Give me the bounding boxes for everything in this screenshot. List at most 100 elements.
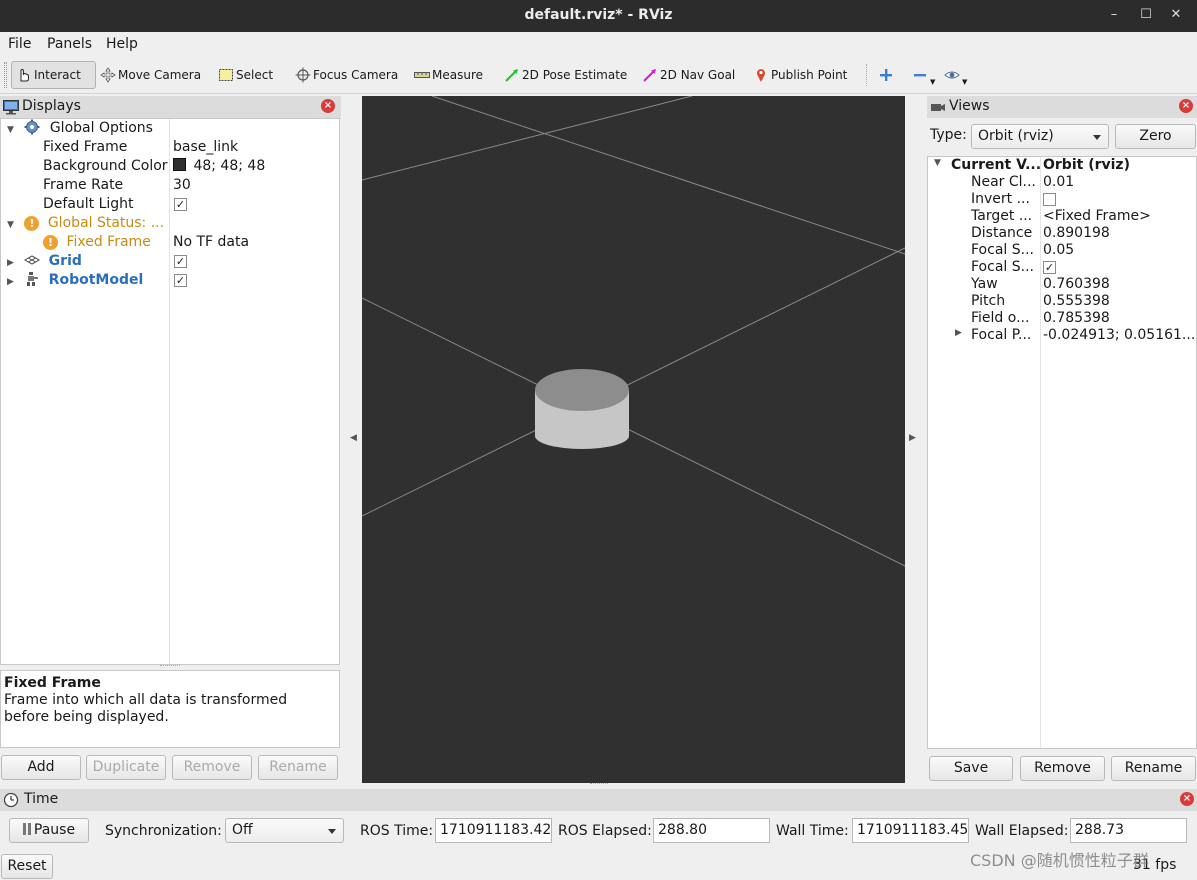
robot-icon	[24, 271, 40, 287]
collapse-left-icon[interactable]: ◀	[350, 433, 357, 443]
collapse-arrow-icon[interactable]: ▶	[7, 258, 14, 268]
menu-help[interactable]: Help	[106, 36, 138, 52]
column-divider	[1040, 157, 1041, 748]
tree-row-global-options[interactable]: ▼ Global Options	[7, 119, 153, 138]
warning-icon: !	[24, 216, 40, 231]
tool-label: 2D Pose Estimate	[522, 68, 628, 82]
close-icon[interactable]: ×	[1179, 99, 1193, 113]
background-color-value[interactable]: 48; 48; 48	[173, 157, 265, 176]
view-prop-key: Focal P...	[971, 327, 1032, 343]
tool-measure[interactable]: Measure	[414, 61, 483, 89]
view-prop-value[interactable]: 0.555398	[1043, 293, 1110, 310]
remove-view-button[interactable]: Remove	[1020, 756, 1105, 781]
add-display-button[interactable]: Add	[1, 755, 81, 780]
ros-time-field[interactable]: 1710911183.42	[435, 818, 552, 843]
view-prop-key: Distance	[971, 225, 1033, 241]
description-title: Fixed Frame	[4, 675, 101, 691]
expand-arrow-icon[interactable]: ▼	[7, 220, 14, 230]
view-prop-key: Near Cl...	[971, 174, 1036, 190]
menu-file[interactable]: File	[8, 36, 31, 52]
time-title: Time	[24, 791, 59, 807]
toolbar-separator	[866, 64, 867, 86]
view-prop-checkbox[interactable]: ✓	[1043, 261, 1056, 274]
wall-elapsed-field[interactable]: 288.73	[1070, 818, 1187, 843]
grid-checkbox[interactable]: ✓	[174, 255, 187, 268]
tool-2d-nav-goal[interactable]: 2D Nav Goal	[642, 61, 735, 89]
column-divider	[169, 119, 170, 664]
watermark: CSDN @随机惯性粒子群	[970, 851, 1149, 870]
remove-display-button[interactable]: Remove	[172, 755, 252, 780]
collapse-right-icon[interactable]: ▶	[909, 433, 916, 443]
minimize-button[interactable]: –	[1104, 5, 1124, 25]
splitter-handle[interactable]	[590, 783, 608, 786]
tool-publish-point[interactable]: Publish Point	[753, 61, 847, 89]
view-type-label: Type:	[930, 127, 967, 143]
chevron-down-icon	[1093, 135, 1101, 140]
view-prop-key: Focal S...	[971, 242, 1034, 258]
frame-rate-value[interactable]: 30	[173, 176, 191, 195]
view-prop-value[interactable]: 0.01	[1043, 174, 1074, 191]
view-prop-value[interactable]: 0.785398	[1043, 310, 1110, 327]
duplicate-display-button[interactable]: Duplicate	[86, 755, 166, 780]
view-prop-value[interactable]: 0.890198	[1043, 225, 1110, 242]
robot-model-checkbox[interactable]: ✓	[174, 274, 187, 287]
gear-icon	[24, 119, 40, 135]
wall-time-field[interactable]: 1710911183.45	[852, 818, 969, 843]
menu-panels[interactable]: Panels	[47, 36, 92, 52]
tree-row-robot-model[interactable]: ▶ RobotModel	[7, 271, 143, 290]
collapse-arrow-icon[interactable]: ▶	[955, 328, 962, 338]
pause-button[interactable]: Pause	[9, 818, 89, 843]
focus-camera-icon	[295, 67, 311, 83]
sync-value: Off	[232, 822, 253, 838]
maximize-button[interactable]: ☐	[1136, 5, 1156, 25]
ros-elapsed-field[interactable]: 288.80	[653, 818, 770, 843]
tool-focus-camera[interactable]: Focus Camera	[295, 61, 398, 89]
default-light-checkbox[interactable]: ✓	[174, 198, 187, 211]
view-type-combo[interactable]: Orbit (rviz)	[971, 124, 1109, 149]
grid-line	[362, 96, 693, 181]
reset-button[interactable]: Reset	[1, 854, 53, 879]
zero-button[interactable]: Zero	[1115, 124, 1196, 149]
status-fixed-frame-row[interactable]: ! Fixed Frame	[43, 233, 151, 252]
expand-arrow-icon[interactable]: ▼	[934, 158, 941, 168]
close-icon[interactable]: ×	[1180, 792, 1194, 806]
close-window-button[interactable]: ✕	[1166, 5, 1186, 25]
expand-arrow-icon[interactable]: ▼	[7, 125, 14, 135]
tool-move-camera[interactable]: Move Camera	[100, 61, 201, 89]
view-prop-value[interactable]: 0.05	[1043, 242, 1074, 259]
tool-properties-button[interactable]: ▼	[944, 61, 967, 89]
render-viewport[interactable]	[362, 96, 905, 783]
select-rectangle-icon	[218, 67, 234, 83]
add-tool-button[interactable]	[878, 61, 896, 89]
splitter-handle[interactable]	[160, 665, 180, 669]
remove-tool-button[interactable]: ▼	[912, 61, 935, 89]
tool-select[interactable]: Select	[218, 61, 273, 89]
move-camera-icon	[100, 67, 116, 83]
tool-interact[interactable]: Interact	[11, 61, 96, 89]
global-status-label: Global Status: ...	[47, 215, 165, 231]
tree-row-global-status[interactable]: ▼ ! Global Status: ...	[7, 214, 164, 233]
background-color-key: Background Color	[43, 158, 168, 174]
tool-2d-pose-estimate[interactable]: 2D Pose Estimate	[504, 61, 627, 89]
rename-view-button[interactable]: Rename	[1111, 756, 1196, 781]
save-view-button[interactable]: Save	[929, 756, 1013, 781]
rename-display-button[interactable]: Rename	[258, 755, 338, 780]
monitor-icon	[3, 99, 19, 119]
pause-icon	[22, 823, 26, 835]
fixed-frame-value[interactable]: base_link	[173, 138, 238, 157]
view-prop-value[interactable]: 0.760398	[1043, 276, 1110, 293]
collapse-arrow-icon[interactable]: ▶	[7, 277, 14, 287]
view-prop-checkbox[interactable]	[1043, 193, 1056, 206]
minus-icon	[912, 67, 928, 83]
view-prop-value[interactable]: <Fixed Frame>	[1043, 208, 1151, 225]
close-icon[interactable]: ×	[321, 99, 335, 113]
window-titlebar: default.rviz* - RViz – ☐ ✕	[0, 0, 1197, 32]
tree-row-grid[interactable]: ▶ Grid	[7, 252, 82, 271]
tool-label: Focus Camera	[313, 68, 399, 82]
sync-combo[interactable]: Off	[225, 818, 344, 843]
view-prop-value[interactable]: -0.024913; 0.05161...	[1043, 327, 1195, 344]
sync-label: Synchronization:	[105, 823, 222, 839]
hand-pointer-icon	[16, 67, 32, 83]
grid-line	[362, 297, 905, 567]
toolbar-grip[interactable]	[4, 62, 7, 88]
